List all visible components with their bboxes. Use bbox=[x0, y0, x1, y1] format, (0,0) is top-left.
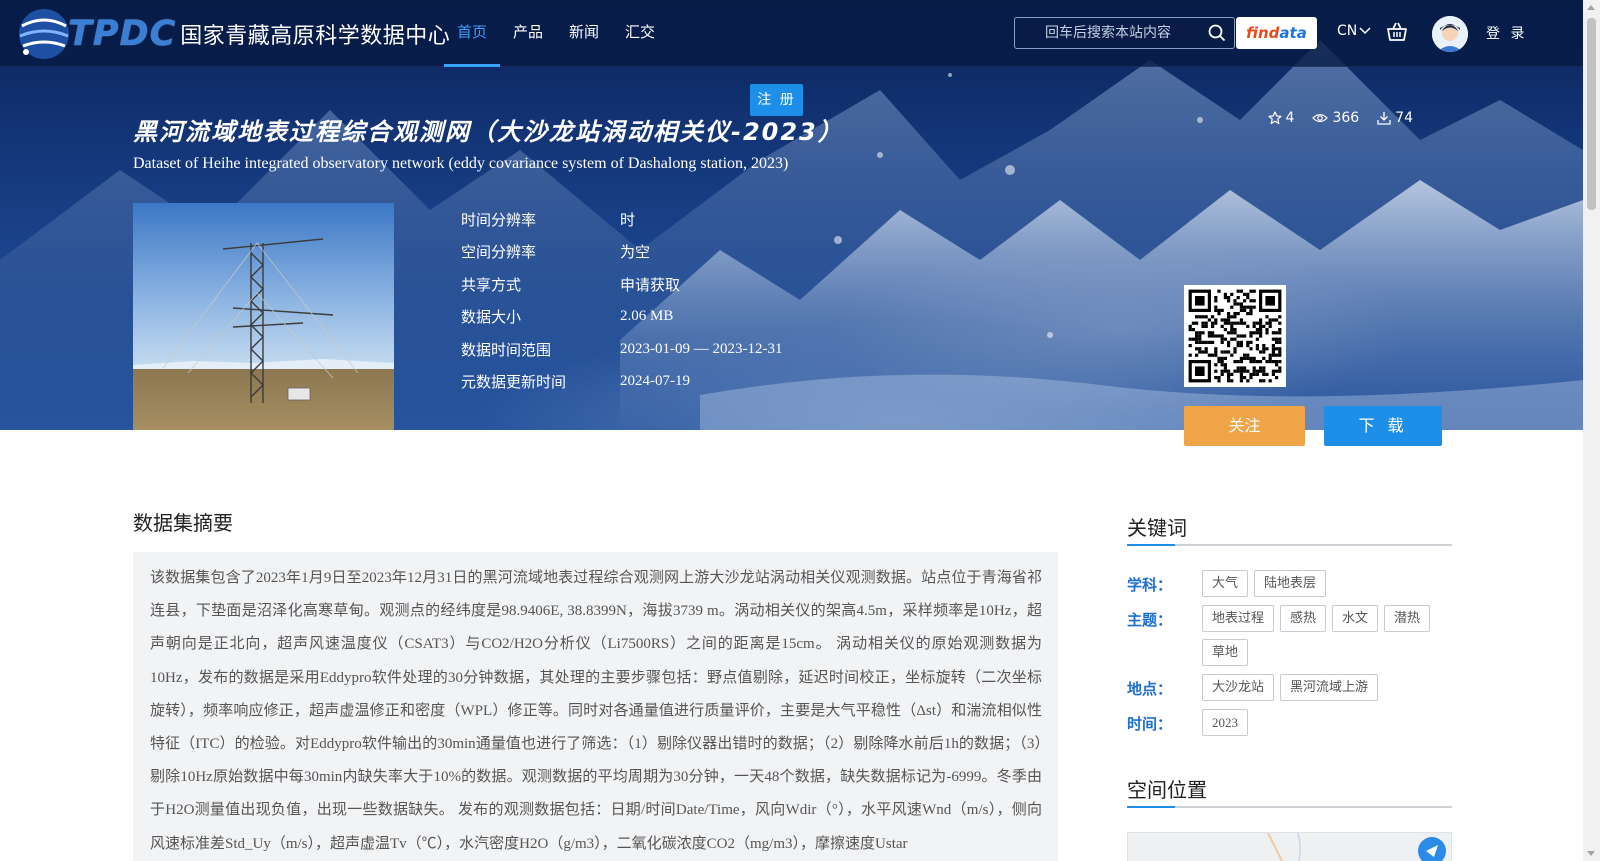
meta-row: 时间分辨率 时 bbox=[461, 203, 782, 236]
stat-downloads: 74 bbox=[1377, 110, 1413, 126]
search-box bbox=[1014, 17, 1235, 49]
scroll-up-arrow-icon[interactable] bbox=[1587, 5, 1595, 10]
keyword-tag[interactable]: 2023 bbox=[1202, 709, 1248, 736]
keyword-row-place: 地点： 大沙龙站 黑河流域上游 bbox=[1127, 674, 1452, 701]
basket-icon[interactable] bbox=[1386, 22, 1408, 42]
keyword-label: 地点： bbox=[1127, 680, 1173, 698]
dataset-stats: 4 366 74 bbox=[1267, 110, 1413, 126]
keyword-label: 主题： bbox=[1127, 611, 1173, 629]
meta-value: 2024-07-19 bbox=[620, 373, 690, 390]
keyword-row-theme: 主题： 地表过程 感热 水文 潜热 草地 bbox=[1127, 605, 1452, 666]
main-nav: 首页 产品 新闻 汇交 bbox=[444, 0, 668, 67]
dataset-thumbnail bbox=[133, 203, 394, 430]
stars-count: 4 bbox=[1285, 110, 1295, 126]
qr-code-image bbox=[1188, 289, 1282, 383]
meta-key: 时间分辨率 bbox=[461, 210, 537, 229]
nav-news[interactable]: 新闻 bbox=[556, 0, 612, 67]
nav-products[interactable]: 产品 bbox=[500, 0, 556, 67]
scrollbar-thumb[interactable] bbox=[1587, 18, 1596, 210]
keyword-row-time: 时间： 2023 bbox=[1127, 709, 1452, 736]
dataset-metadata: 时间分辨率 时 空间分辨率 为空 共享方式 申请获取 数据大小 2.06 MB … bbox=[461, 203, 782, 398]
login-link[interactable]: 登 录 bbox=[1486, 23, 1527, 43]
meta-value: 申请获取 bbox=[620, 277, 681, 294]
meta-value: 时 bbox=[620, 212, 636, 229]
keyword-tag[interactable]: 潜热 bbox=[1384, 605, 1431, 632]
meta-row: 元数据更新时间 2024-07-19 bbox=[461, 366, 782, 399]
keyword-label: 学科： bbox=[1127, 576, 1173, 594]
dataset-title-en: Dataset of Heihe integrated observatory … bbox=[133, 155, 789, 172]
meta-row: 共享方式 申请获取 bbox=[461, 268, 782, 301]
keyword-tag[interactable]: 地表过程 bbox=[1202, 605, 1275, 632]
abstract-heading: 数据集摘要 bbox=[133, 511, 233, 535]
logo-abbreviation: TPDC bbox=[68, 14, 177, 54]
meta-key: 共享方式 bbox=[461, 275, 522, 294]
meta-key: 元数据更新时间 bbox=[461, 373, 567, 392]
dataset-title-cn: 黑河流域地表过程综合观测网（大沙龙站涡动相关仪-2023） bbox=[133, 118, 844, 146]
keyword-tags: 大气 陆地表层 bbox=[1202, 570, 1452, 597]
meta-key: 数据时间范围 bbox=[461, 340, 552, 359]
chevron-down-icon bbox=[1359, 27, 1371, 35]
logo-site-name: 国家青藏高原科学数据中心 bbox=[180, 24, 451, 49]
star-icon bbox=[1267, 111, 1282, 125]
scroll-down-arrow-icon[interactable] bbox=[1587, 851, 1595, 856]
meta-value: 2023-01-09 — 2023-12-31 bbox=[620, 340, 783, 357]
keyword-tag[interactable]: 大气 bbox=[1202, 570, 1249, 597]
spatial-heading: 空间位置 bbox=[1127, 774, 1452, 808]
download-icon bbox=[1377, 112, 1391, 125]
keyword-tags: 2023 bbox=[1202, 709, 1452, 736]
keyword-row-discipline: 学科： 大气 陆地表层 bbox=[1127, 570, 1452, 597]
follow-button[interactable]: 关注 bbox=[1184, 406, 1305, 446]
findata-label-part2: ata bbox=[1279, 24, 1307, 42]
page-scrollbar[interactable] bbox=[1583, 0, 1600, 861]
user-avatar-icon bbox=[1432, 16, 1468, 52]
keyword-tag[interactable]: 草地 bbox=[1202, 639, 1249, 666]
keywords-heading: 关键词 bbox=[1127, 512, 1452, 546]
keyword-tag[interactable]: 水文 bbox=[1332, 605, 1379, 632]
nav-home[interactable]: 首页 bbox=[444, 0, 501, 67]
keyword-tag[interactable]: 感热 bbox=[1280, 605, 1327, 632]
views-count: 366 bbox=[1332, 110, 1360, 126]
findata-button[interactable]: findata bbox=[1236, 17, 1317, 49]
search-icon[interactable] bbox=[1208, 24, 1226, 42]
search-input[interactable] bbox=[1015, 18, 1205, 48]
abstract-box: 该数据集包含了2023年1月9日至2023年12月31日的黑河流域地表过程综合观… bbox=[133, 552, 1058, 861]
eye-icon bbox=[1312, 113, 1329, 123]
meta-value: 为空 bbox=[620, 245, 651, 262]
qr-code bbox=[1184, 285, 1286, 387]
site-logo[interactable]: TPDC 国家青藏高原科学数据中心 bbox=[14, 4, 450, 64]
map-preview-image bbox=[1267, 832, 1446, 861]
meta-key: 数据大小 bbox=[461, 308, 522, 327]
meta-key: 空间分辨率 bbox=[461, 243, 537, 262]
keyword-tags: 地表过程 感热 水文 潜热 草地 bbox=[1202, 605, 1452, 666]
keyword-label: 时间： bbox=[1127, 715, 1173, 733]
meta-value: 2.06 MB bbox=[620, 308, 674, 325]
spatial-map[interactable] bbox=[1127, 832, 1452, 861]
meta-row: 数据大小 2.06 MB bbox=[461, 301, 782, 334]
download-button[interactable]: 下 载 bbox=[1324, 406, 1442, 446]
language-switcher[interactable]: CN bbox=[1337, 23, 1371, 39]
stat-views: 366 bbox=[1312, 110, 1359, 126]
language-label: CN bbox=[1337, 23, 1358, 39]
keyword-tag[interactable]: 黑河流域上游 bbox=[1280, 674, 1379, 701]
downloads-count: 74 bbox=[1395, 110, 1413, 126]
keyword-tag[interactable]: 陆地表层 bbox=[1254, 570, 1327, 597]
avatar[interactable] bbox=[1432, 16, 1468, 52]
findata-label-part1: find bbox=[1246, 24, 1280, 42]
tower-photo-image bbox=[133, 203, 394, 430]
meta-row: 空间分辨率 为空 bbox=[461, 236, 782, 269]
sidebar: 关键词 学科： 大气 陆地表层 主题： 地表过程 感热 水文 潜热 草地 地点：… bbox=[1127, 512, 1452, 861]
abstract-text: 该数据集包含了2023年1月9日至2023年12月31日的黑河流域地表过程综合观… bbox=[150, 570, 1042, 852]
globe-logo-icon bbox=[19, 9, 69, 59]
top-navbar: TPDC 国家青藏高原科学数据中心 首页 产品 新闻 汇交 findata CN bbox=[0, 0, 1583, 67]
keyword-tag[interactable]: 大沙龙站 bbox=[1202, 674, 1275, 701]
keyword-tags: 大沙龙站 黑河流域上游 bbox=[1202, 674, 1452, 701]
nav-submit[interactable]: 汇交 bbox=[612, 0, 668, 67]
meta-row: 数据时间范围 2023-01-09 — 2023-12-31 bbox=[461, 333, 782, 366]
stat-stars[interactable]: 4 bbox=[1267, 110, 1295, 126]
